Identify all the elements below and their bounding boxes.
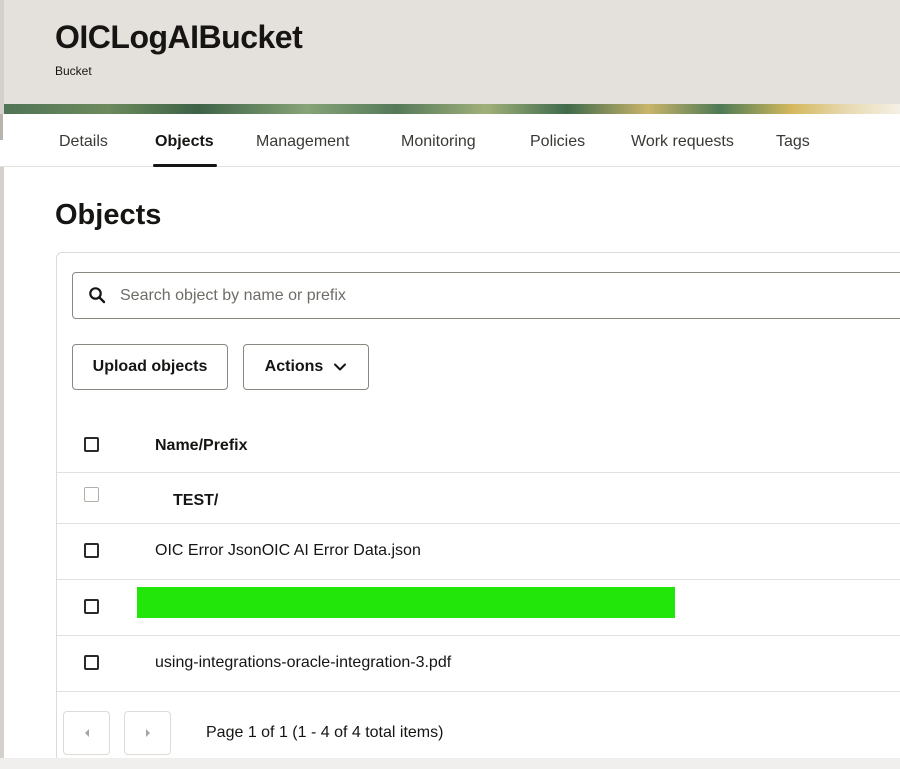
row-divider: [57, 635, 900, 636]
row-checkbox[interactable]: [84, 599, 99, 614]
prefix-name-link[interactable]: TEST/: [173, 492, 218, 510]
row-divider: [57, 472, 900, 473]
section-title: Objects: [55, 199, 162, 231]
search-input[interactable]: [120, 283, 880, 309]
footer-band: [0, 758, 900, 769]
next-page-button[interactable]: [124, 711, 171, 755]
row-checkbox[interactable]: [84, 655, 99, 670]
row-checkbox[interactable]: [84, 543, 99, 558]
chevron-down-icon: [334, 363, 347, 371]
left-edge-tick: [0, 114, 3, 140]
object-name[interactable]: OIC Error JsonOIC AI Error Data.json: [155, 542, 421, 560]
active-tab-indicator: [153, 164, 217, 167]
page-header: OICLogAIBucket Bucket: [0, 0, 900, 104]
caret-left-icon: [84, 729, 89, 737]
select-all-checkbox[interactable]: [84, 437, 99, 452]
header-banner-image: [0, 104, 900, 114]
column-header-name-prefix: Name/Prefix: [155, 437, 248, 454]
tab-details[interactable]: Details: [59, 133, 108, 151]
tab-objects[interactable]: Objects: [155, 133, 214, 151]
tab-management[interactable]: Management: [256, 133, 349, 151]
row-checkbox[interactable]: [84, 487, 99, 502]
tab-work-requests[interactable]: Work requests: [631, 133, 734, 151]
search-icon: [89, 287, 106, 304]
actions-menu-button[interactable]: Actions: [243, 344, 369, 390]
caret-right-icon: [145, 729, 150, 737]
tab-monitoring[interactable]: Monitoring: [401, 133, 476, 151]
pagination-status: Page 1 of 1 (1 - 4 of 4 total items): [206, 724, 444, 741]
previous-page-button[interactable]: [63, 711, 110, 755]
bucket-page: OICLogAIBucket Bucket Details Objects Ma…: [0, 0, 900, 769]
object-name[interactable]: using-integrations-oracle-integration-3.…: [155, 654, 451, 672]
upload-objects-label: Upload objects: [92, 358, 208, 375]
redacted-object-name: [137, 587, 675, 618]
row-divider: [57, 523, 900, 524]
upload-objects-button[interactable]: Upload objects: [72, 344, 228, 390]
row-divider: [57, 579, 900, 580]
row-divider: [57, 691, 900, 692]
actions-label: Actions: [264, 358, 324, 375]
resource-type-label: Bucket: [55, 64, 92, 78]
page-title: OICLogAIBucket: [55, 19, 303, 55]
tab-policies[interactable]: Policies: [530, 133, 585, 151]
tab-tags[interactable]: Tags: [776, 133, 810, 151]
tab-bar: Details Objects Management Monitoring Po…: [0, 114, 900, 167]
